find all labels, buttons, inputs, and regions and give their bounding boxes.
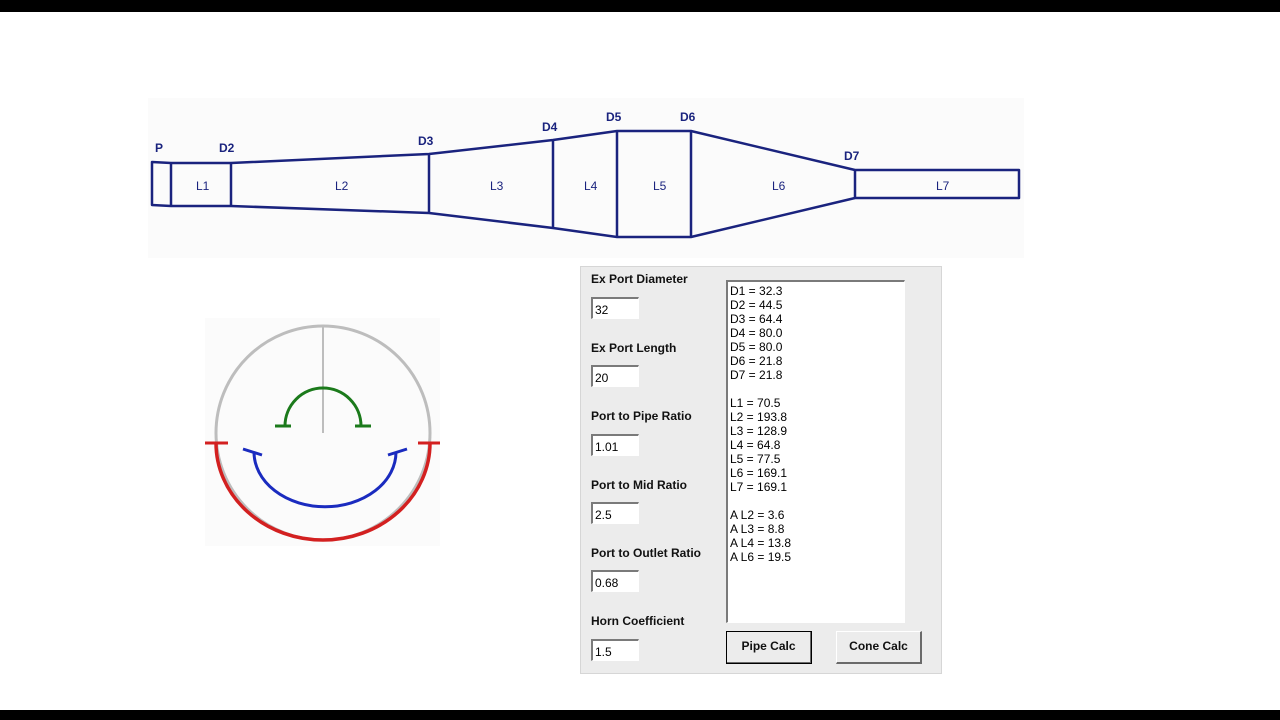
section-label-l1: L1	[196, 179, 210, 193]
diameter-label-d2: D2	[219, 141, 235, 155]
results-spacer	[730, 382, 902, 396]
cone-calc-button[interactable]: Cone Calc	[836, 631, 922, 664]
result-l6: L6 = 169.1	[730, 466, 788, 480]
result-angle-l3: A L3 = 8.8	[730, 522, 785, 536]
port-to-pipe-ratio-label: Port to Pipe Ratio	[591, 409, 692, 423]
pipe-calc-button[interactable]: Pipe Calc	[726, 631, 812, 664]
port-to-pipe-ratio-input[interactable]	[591, 434, 639, 456]
bottom-letterbox	[0, 710, 1280, 720]
results-spacer	[730, 494, 902, 508]
result-l2: L2 = 193.8	[730, 410, 788, 424]
port-to-outlet-ratio-input[interactable]	[591, 570, 639, 592]
result-d5: D5 = 80.0	[730, 340, 783, 354]
cone-inner-arc	[252, 451, 398, 509]
port-to-mid-ratio-input[interactable]	[591, 502, 639, 524]
section-label-l6: L6	[772, 179, 786, 193]
result-d4: D4 = 80.0	[730, 326, 783, 340]
pipe-profile-svg: P D2 D3 D4 D5 D6 D7 L1 L2 L3 L4 L5 L6 L7	[150, 110, 1021, 239]
section-label-l4: L4	[584, 179, 598, 193]
result-d3: D3 = 64.4	[730, 312, 783, 326]
pipe-profile-diagram: P D2 D3 D4 D5 D6 D7 L1 L2 L3 L4 L5 L6 L7	[148, 98, 1024, 258]
result-d6: D6 = 21.8	[730, 354, 783, 368]
top-letterbox	[0, 0, 1280, 12]
diameter-label-d7: D7	[844, 149, 860, 163]
calculator-panel: Ex Port Diameter Ex Port Length Port to …	[580, 266, 942, 674]
horn-coefficient-input[interactable]	[591, 639, 639, 661]
diameter-label-d4: D4	[542, 120, 558, 134]
section-label-l5: L5	[653, 179, 667, 193]
ex-port-length-label: Ex Port Length	[591, 341, 677, 355]
port-to-outlet-ratio-label: Port to Outlet Ratio	[591, 546, 701, 560]
result-angle-l4: A L4 = 13.8	[730, 536, 792, 550]
cone-inner-tick	[242, 447, 263, 457]
diameter-label-d5: D5	[606, 110, 622, 124]
result-l1: L1 = 70.5	[730, 396, 781, 410]
section-label-l7: L7	[936, 179, 950, 193]
horn-coefficient-label: Horn Coefficient	[591, 614, 685, 628]
diameter-label-p: P	[155, 141, 163, 155]
result-l4: L4 = 64.8	[730, 438, 781, 452]
ex-port-diameter-label: Ex Port Diameter	[591, 272, 688, 286]
diameter-label-d6: D6	[680, 110, 696, 124]
section-label-l2: L2	[335, 179, 349, 193]
cone-outer-arc	[214, 442, 432, 542]
result-l3: L3 = 128.9	[730, 424, 788, 438]
result-l5: L5 = 77.5	[730, 452, 781, 466]
result-d7: D7 = 21.8	[730, 368, 783, 382]
result-angle-l6: A L6 = 19.5	[730, 550, 792, 564]
diameter-label-d3: D3	[418, 134, 434, 148]
port-to-mid-ratio-label: Port to Mid Ratio	[591, 478, 687, 492]
results-listbox[interactable]: D1 = 32.3 D2 = 44.5 D3 = 64.4 D4 = 80.0 …	[726, 280, 905, 623]
result-d1: D1 = 32.3	[730, 284, 783, 298]
section-label-l3: L3	[490, 179, 504, 193]
cone-layout-diagram	[205, 318, 441, 546]
cone-inner-tick	[387, 447, 408, 457]
result-l7: L7 = 169.1	[730, 480, 788, 494]
ex-port-diameter-input[interactable]	[591, 297, 639, 319]
result-d2: D2 = 44.5	[730, 298, 783, 312]
ex-port-length-input[interactable]	[591, 365, 639, 387]
cone-layout-svg	[205, 324, 441, 542]
result-angle-l2: A L2 = 3.6	[730, 508, 785, 522]
